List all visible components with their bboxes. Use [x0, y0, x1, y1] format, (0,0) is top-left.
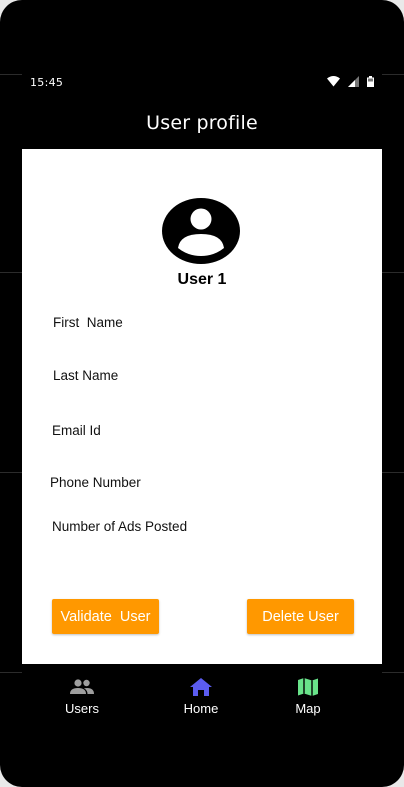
status-time: 15:45 — [30, 76, 64, 89]
ads-posted-label: Number of Ads Posted — [52, 519, 188, 534]
status-icons — [327, 76, 374, 87]
bezel-line — [0, 472, 22, 473]
user-name: User 1 — [177, 271, 227, 288]
battery-icon — [367, 76, 374, 87]
home-icon — [190, 678, 212, 700]
bezel-line — [0, 272, 22, 273]
first-name-label: First Name — [53, 315, 123, 330]
bezel-line — [382, 74, 404, 75]
nav-item-map[interactable]: Map — [263, 678, 353, 716]
bottom-nav: Users Home Map — [22, 664, 382, 734]
bezel-line — [0, 672, 22, 673]
phone-number-label: Phone Number — [50, 475, 141, 490]
email-label: Email Id — [52, 423, 101, 438]
account-circle-icon — [162, 198, 240, 264]
cellular-signal-icon — [348, 76, 359, 87]
app-bar: User profile — [22, 96, 382, 149]
map-icon — [298, 678, 318, 700]
bezel-line — [382, 672, 404, 673]
delete-user-button[interactable]: Delete User — [247, 599, 354, 634]
bezel-line — [0, 74, 22, 75]
nav-item-users[interactable]: Users — [37, 678, 127, 716]
device-frame: 15:45 User profile User 1 First Name Las… — [0, 0, 404, 787]
bezel-line — [382, 272, 404, 273]
nav-label-users: Users — [65, 701, 99, 716]
bezel-line — [382, 472, 404, 473]
profile-content: User 1 First Name Last Name Email Id Pho… — [22, 149, 382, 664]
people-icon — [70, 678, 94, 700]
last-name-label: Last Name — [53, 368, 119, 383]
wifi-icon — [327, 76, 340, 87]
validate-user-button[interactable]: Validate User — [52, 599, 159, 634]
nav-item-home[interactable]: Home — [156, 678, 246, 716]
nav-label-home: Home — [183, 701, 219, 716]
page-title: User profile — [146, 111, 258, 134]
nav-label-map: Map — [295, 701, 321, 716]
status-bar: 15:45 — [22, 70, 382, 94]
